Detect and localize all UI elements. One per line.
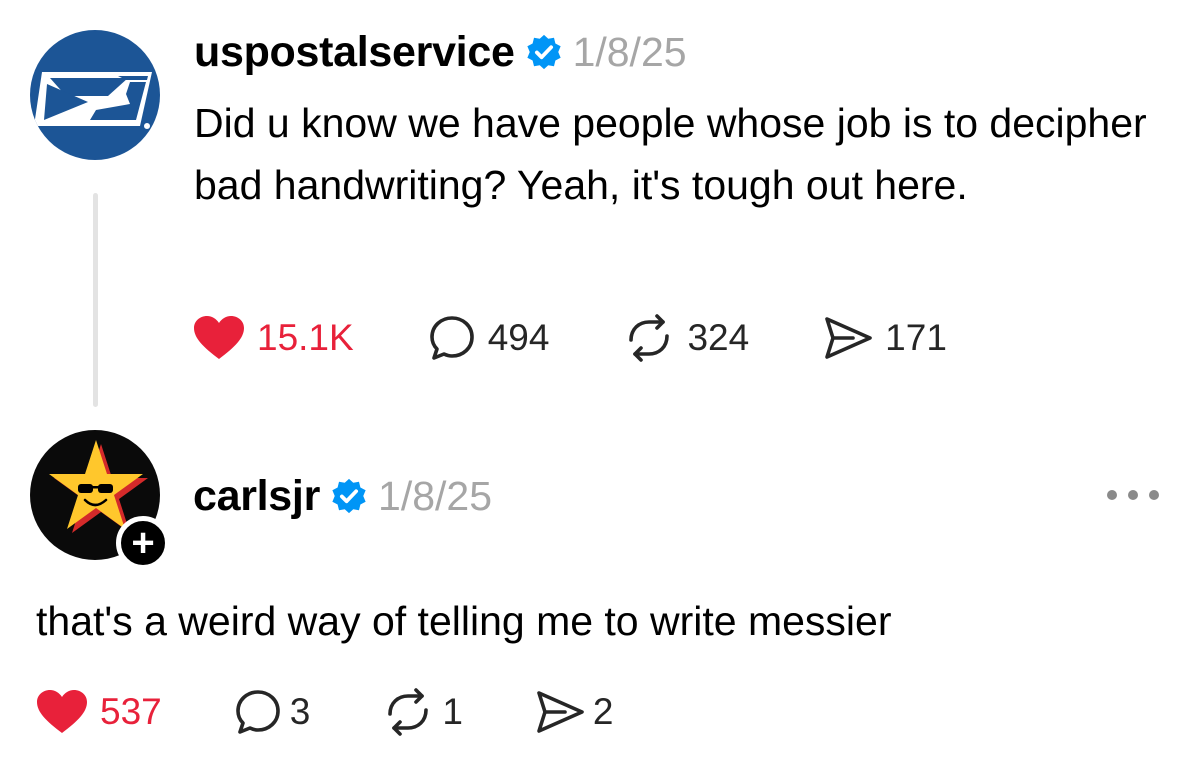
verified-badge-icon: [330, 477, 368, 515]
reply-button[interactable]: 494: [428, 314, 550, 362]
like-button[interactable]: 537: [36, 689, 162, 735]
plus-icon: +: [131, 521, 155, 565]
post-date: 1/8/25: [572, 28, 687, 75]
username[interactable]: uspostalservice: [194, 28, 515, 77]
post-actions: 15.1K 494 324 171: [193, 310, 947, 366]
post-date: 1/8/25: [378, 472, 493, 519]
share-icon: [825, 317, 872, 359]
repost-icon: [388, 688, 429, 736]
post-header: carlsjr 1/8/25: [193, 466, 492, 526]
like-count: 537: [100, 691, 162, 732]
more-options-button[interactable]: [1107, 485, 1159, 505]
heart-icon: [37, 690, 87, 733]
post-text: Did u know we have people whose job is t…: [194, 100, 1147, 208]
share-button[interactable]: 2: [535, 690, 614, 734]
heart-icon: [194, 316, 244, 359]
like-button[interactable]: 15.1K: [193, 315, 354, 361]
thread-connector-line: [93, 193, 98, 407]
follow-plus-button[interactable]: +: [116, 516, 170, 570]
repost-icon: [629, 314, 670, 362]
comment-icon: [429, 316, 474, 360]
reply-button[interactable]: 3: [234, 688, 311, 736]
share-count: 2: [592, 691, 614, 732]
like-count: 15.1K: [257, 317, 354, 358]
repost-button[interactable]: 1: [382, 688, 463, 736]
post-text: that's a weird way of telling me to writ…: [36, 598, 892, 644]
username[interactable]: carlsjr: [193, 472, 320, 521]
more-icon-dot: [1149, 490, 1159, 500]
repost-count: 1: [442, 691, 463, 732]
share-count: 171: [885, 317, 947, 358]
share-icon: [537, 691, 584, 733]
share-button[interactable]: 171: [823, 316, 947, 360]
repost-button[interactable]: 324: [623, 314, 749, 362]
reply-count: 3: [289, 691, 311, 732]
verified-badge-icon: [525, 33, 563, 71]
post-header: uspostalservice 1/8/25: [194, 22, 687, 82]
usps-eagle-logo: [34, 72, 152, 129]
avatar-uspostalservice[interactable]: [30, 30, 160, 160]
more-icon: [1107, 490, 1117, 500]
comment-icon: [235, 690, 280, 734]
repost-count: 324: [687, 317, 750, 358]
more-icon-dot: [1128, 490, 1138, 500]
reply-count: 494: [487, 317, 550, 358]
post-actions: 537 3 1 2: [36, 684, 613, 740]
